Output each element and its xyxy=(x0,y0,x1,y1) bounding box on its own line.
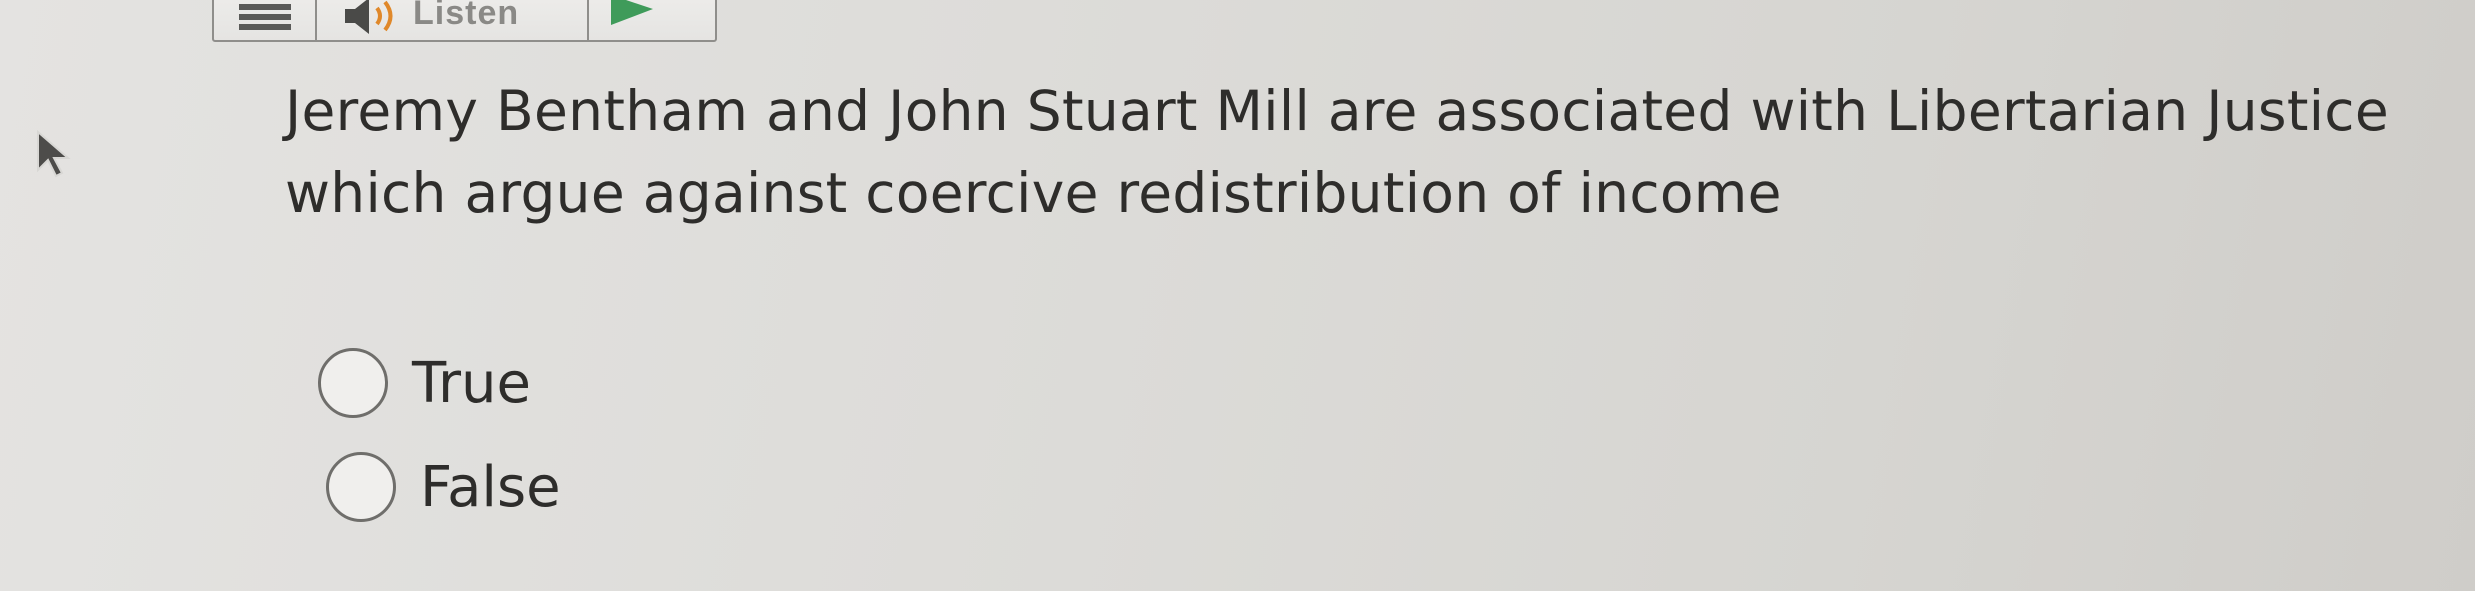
mouse-cursor-icon xyxy=(37,130,71,178)
play-icon xyxy=(611,0,653,25)
option-false[interactable]: False xyxy=(326,452,561,522)
option-label-true: True xyxy=(412,350,531,416)
toolbar-menu-button[interactable] xyxy=(214,0,317,40)
listen-button[interactable]: Listen xyxy=(317,0,589,40)
question-text: Jeremy Bentham and John Stuart Mill are … xyxy=(285,79,2389,225)
radio-true[interactable] xyxy=(318,348,388,418)
play-button[interactable] xyxy=(589,0,715,40)
listen-label: Listen xyxy=(413,0,520,32)
speaker-icon xyxy=(345,0,393,34)
read-speak-toolbar: Listen xyxy=(212,0,717,42)
option-true[interactable]: True xyxy=(318,348,531,418)
menu-icon xyxy=(238,4,291,30)
radio-false[interactable] xyxy=(326,452,396,522)
option-label-false: False xyxy=(420,454,561,520)
